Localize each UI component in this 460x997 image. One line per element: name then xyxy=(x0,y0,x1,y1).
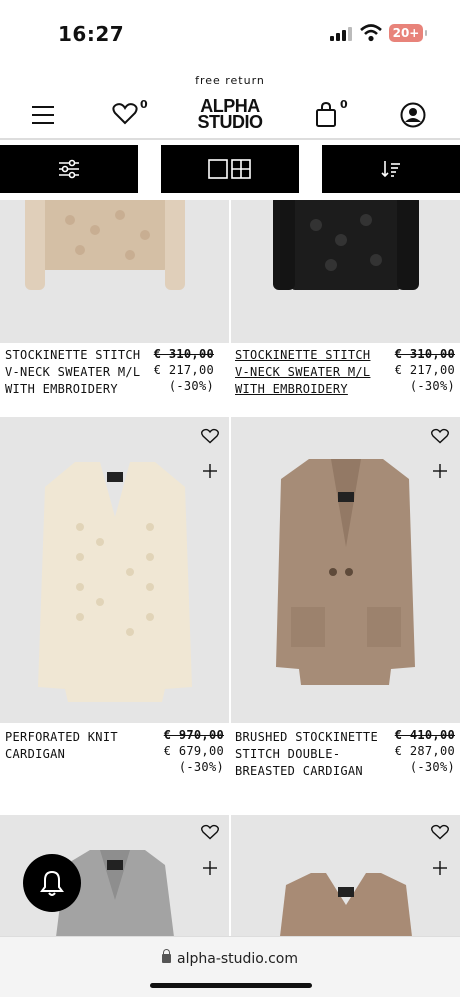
wishlist-heart-icon[interactable] xyxy=(201,428,219,444)
cellular-signal-icon xyxy=(330,27,352,41)
product-image[interactable] xyxy=(0,417,229,723)
status-time: 16:27 xyxy=(58,22,125,46)
add-to-cart-plus-icon[interactable] xyxy=(203,861,217,875)
wishlist-count: 0 xyxy=(140,98,148,111)
add-to-cart-plus-icon[interactable] xyxy=(433,861,447,875)
url-text: alpha-studio.com xyxy=(177,951,298,967)
filter-button[interactable] xyxy=(0,145,138,193)
status-bar: 16:27 20+ xyxy=(0,0,460,66)
cardigan-illustration xyxy=(38,462,192,702)
sort-button[interactable] xyxy=(322,145,460,193)
wifi-icon xyxy=(360,24,382,42)
wishlist-heart-icon[interactable] xyxy=(431,824,449,840)
product-image[interactable] xyxy=(231,200,460,343)
original-price: € 970,00 xyxy=(163,728,224,742)
account-icon[interactable] xyxy=(400,102,426,128)
free-return-banner[interactable]: free return xyxy=(0,74,460,87)
discount-badge: (-30%) xyxy=(168,379,214,393)
cardigan-illustration xyxy=(276,459,415,685)
wishlist-heart-icon[interactable] xyxy=(431,428,449,444)
notifications-button[interactable] xyxy=(23,854,81,912)
sweater-illustration xyxy=(25,200,185,290)
product-price: € 310,00 € 217,00 (-30%) xyxy=(154,346,214,394)
sweater-illustration xyxy=(279,873,413,940)
url-display: alpha-studio.com xyxy=(0,949,460,967)
discount-badge: (-30%) xyxy=(409,379,455,393)
product-name[interactable]: PERFORATED KNIT CARDIGAN xyxy=(5,729,155,763)
sale-price: € 287,00 xyxy=(394,744,455,758)
product-image[interactable] xyxy=(0,200,229,343)
original-price: € 310,00 xyxy=(394,347,455,361)
battery-indicator: 20+ xyxy=(389,24,427,42)
lock-icon xyxy=(162,949,172,963)
product-name[interactable]: STOCKINETTE STITCH V-NECK SWEATER M/L WI… xyxy=(235,347,385,398)
original-price: € 410,00 xyxy=(394,728,455,742)
grid-view-button[interactable] xyxy=(161,145,299,193)
discount-badge: (-30%) xyxy=(178,760,224,774)
logo-line-2: STUDIO xyxy=(197,112,263,132)
home-indicator[interactable] xyxy=(150,983,312,988)
site-header: 0 ALPHA STUDIO 0 xyxy=(0,92,460,140)
site-logo[interactable]: ALPHA STUDIO xyxy=(190,97,270,132)
shopping-bag-icon[interactable] xyxy=(315,102,337,128)
filter-icon xyxy=(59,159,79,179)
sweater-illustration xyxy=(273,200,419,290)
product-price: € 310,00 € 217,00 (-30%) xyxy=(395,346,455,394)
discount-badge: (-30%) xyxy=(409,760,455,774)
menu-icon[interactable] xyxy=(32,106,54,124)
product-image[interactable] xyxy=(231,815,460,940)
product-price: € 410,00 € 287,00 (-30%) xyxy=(395,727,455,775)
cart-count: 0 xyxy=(340,98,348,111)
add-to-cart-plus-icon[interactable] xyxy=(433,464,447,478)
header-divider xyxy=(0,138,460,140)
sale-price: € 679,00 xyxy=(163,744,224,758)
product-name[interactable]: BRUSHED STOCKINETTE STITCH DOUBLE-BREAST… xyxy=(235,729,385,780)
sort-icon xyxy=(381,161,400,178)
original-price: € 310,00 xyxy=(153,347,214,361)
product-price: € 970,00 € 679,00 (-30%) xyxy=(164,727,224,775)
product-image[interactable] xyxy=(231,417,460,723)
add-to-cart-plus-icon[interactable] xyxy=(203,464,217,478)
bell-icon xyxy=(40,870,64,896)
grid-view-icon xyxy=(208,159,251,179)
sale-price: € 217,00 xyxy=(394,363,455,377)
product-name[interactable]: STOCKINETTE STITCH V-NECK SWEATER M/L WI… xyxy=(5,347,155,398)
wishlist-heart-icon[interactable] xyxy=(112,102,138,126)
sale-price: € 217,00 xyxy=(153,363,214,377)
wishlist-heart-icon[interactable] xyxy=(201,824,219,840)
